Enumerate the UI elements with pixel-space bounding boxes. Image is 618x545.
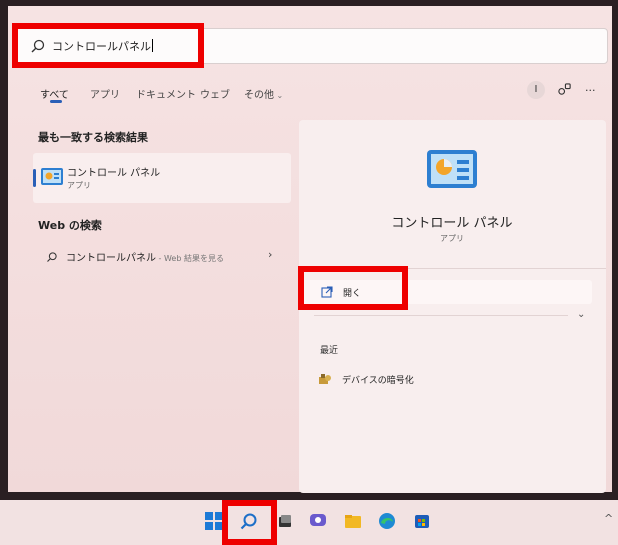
search-icon [47, 252, 57, 262]
best-match-result[interactable]: コントロール パネル アプリ [33, 153, 291, 203]
recent-item[interactable]: デバイスの暗号化 [342, 373, 414, 386]
detail-app-type: アプリ [440, 234, 464, 243]
web-search-query: コントロールパネル [66, 253, 156, 264]
chevron-down-icon[interactable]: ⌄ [577, 309, 585, 320]
file-explorer-icon[interactable] [344, 512, 362, 530]
web-search-result[interactable]: コントロールパネル - Web 結果を見る [46, 249, 224, 264]
tab-apps[interactable]: アプリ [90, 86, 120, 101]
web-search-suffix: - Web 結果を見る [156, 254, 224, 263]
control-panel-icon [41, 168, 63, 185]
more-options-button[interactable]: ··· [585, 84, 596, 97]
detail-app-name: コントロール パネル [391, 216, 513, 231]
best-match-type: アプリ [67, 181, 91, 190]
profile-avatar[interactable]: I [527, 81, 545, 99]
chevron-right-icon[interactable]: › [268, 248, 272, 261]
web-search-heading: Web の検索 [38, 219, 102, 232]
edge-icon[interactable] [378, 512, 396, 530]
chat-icon[interactable] [309, 512, 327, 530]
tab-all[interactable]: すべて [40, 86, 69, 101]
windows-start-icon[interactable] [205, 512, 223, 530]
tab-documents[interactable]: ドキュメント [136, 86, 196, 101]
tab-all-underline [50, 100, 62, 103]
divider [314, 315, 568, 316]
store-icon[interactable] [413, 512, 431, 530]
best-match-name: コントロール パネル [67, 168, 161, 179]
task-view-icon[interactable] [276, 512, 294, 530]
tab-more-label: その他 [244, 90, 274, 101]
highlight-box-open [298, 266, 408, 310]
share-icon[interactable] [557, 82, 572, 97]
highlight-box-search [12, 23, 204, 68]
chevron-down-icon: ⌄ [274, 91, 284, 100]
tab-more[interactable]: その他 ⌄ [244, 86, 283, 101]
overflow-arrow[interactable]: ^ [604, 512, 613, 525]
control-panel-icon [427, 150, 477, 188]
best-match-heading: 最も一致する検索結果 [38, 131, 148, 144]
highlight-box-taskbar-search [222, 500, 277, 545]
tab-web[interactable]: ウェブ [200, 86, 230, 101]
recent-heading: 最近 [320, 346, 339, 356]
device-encryption-icon [319, 374, 331, 384]
selection-accent [33, 169, 36, 187]
